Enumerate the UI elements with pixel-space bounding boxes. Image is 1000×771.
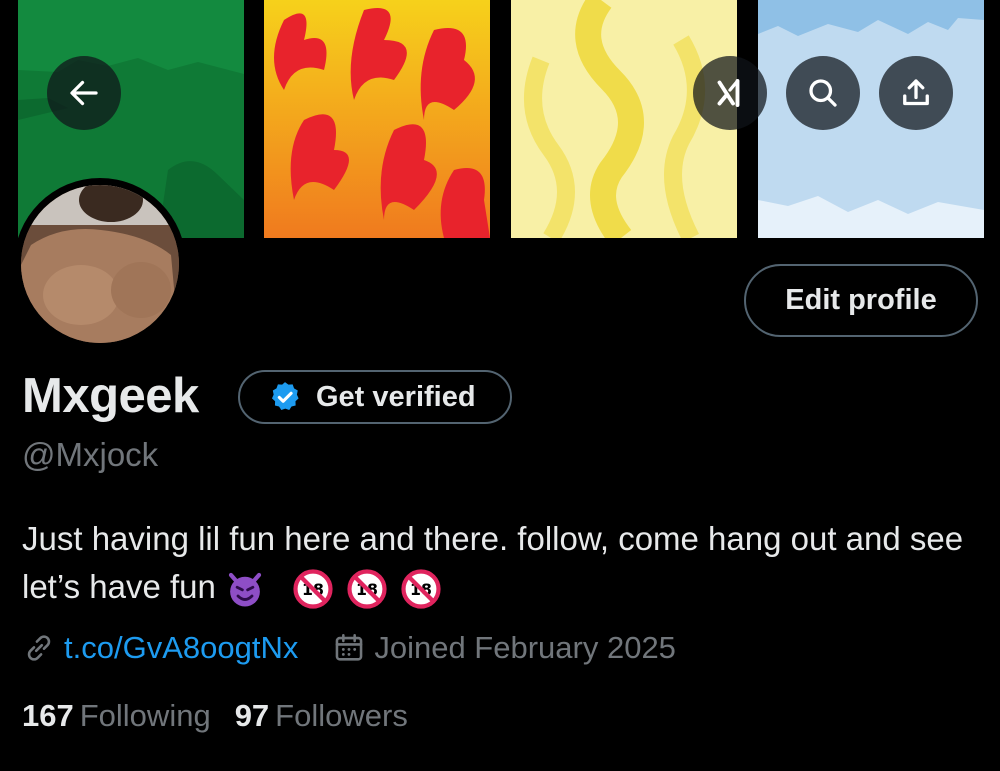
followers-link[interactable]: 97 Followers (235, 698, 408, 734)
bio-text: Just having lil fun here and there. foll… (22, 520, 964, 605)
no-one-under-18-emoji: 18 (347, 569, 387, 609)
profile-link[interactable]: t.co/GvA8oogtNx (64, 630, 298, 666)
profile-page: Edit profile Mxgeek Get verified @Mxjock… (0, 0, 1000, 771)
no-one-under-18-emoji: 18 (401, 569, 441, 609)
bio-emojis: 18 18 18 (224, 568, 454, 610)
calendar-icon (336, 633, 363, 661)
back-arrow-icon (70, 80, 98, 106)
verified-badge-icon (271, 382, 299, 411)
avatar-image (21, 185, 179, 343)
get-verified-label: Get verified (316, 380, 476, 413)
edit-profile-button[interactable]: Edit profile (744, 264, 978, 337)
followers-label: Followers (275, 698, 408, 733)
share-button[interactable] (879, 56, 953, 130)
share-icon (903, 79, 929, 106)
joined-date: Joined February 2025 (332, 630, 676, 666)
following-link[interactable]: 167 Following (22, 698, 211, 734)
link-icon (27, 635, 51, 661)
joined-text: Joined February 2025 (374, 630, 676, 665)
follow-counts: 167 Following 97 Followers (22, 698, 432, 734)
profile-meta: t.co/GvA8oogtNx Joined February 2025 (22, 630, 676, 666)
search-icon (809, 79, 837, 107)
display-name: Mxgeek (22, 369, 199, 423)
bio: Just having lil fun here and there. foll… (22, 515, 982, 611)
following-count: 167 (22, 698, 74, 733)
get-verified-button[interactable]: Get verified (238, 370, 512, 424)
grok-button[interactable] (693, 56, 767, 130)
user-handle: @Mxjock (22, 436, 159, 473)
no-one-under-18-emoji: 18 (293, 569, 333, 609)
back-button[interactable] (47, 56, 121, 130)
grok-icon (717, 79, 740, 107)
followers-count: 97 (234, 698, 270, 733)
following-label: Following (79, 698, 211, 733)
banner-panel-blue (758, 0, 984, 238)
banner-panel-fire (264, 0, 490, 238)
smiling-imp-emoji (228, 573, 261, 607)
search-button[interactable] (786, 56, 860, 130)
avatar[interactable] (14, 178, 186, 350)
